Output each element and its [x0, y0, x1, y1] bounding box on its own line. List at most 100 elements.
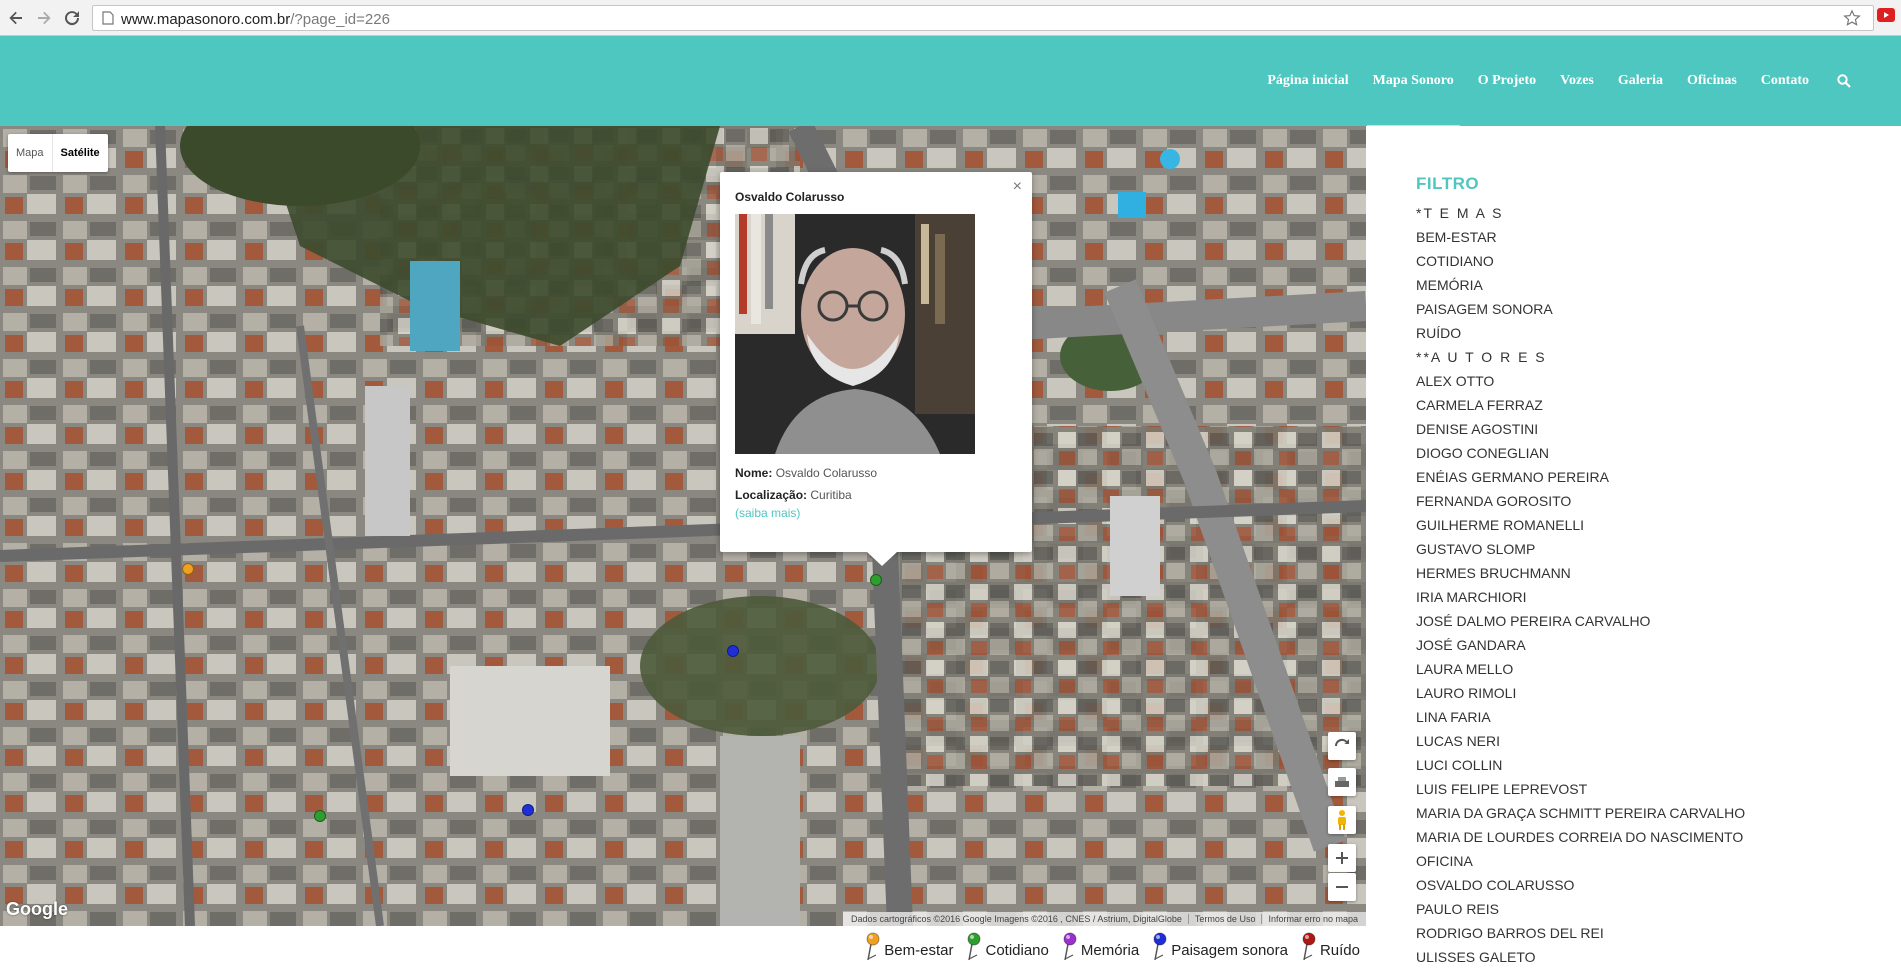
nav-item-p-gina-inicial[interactable]: Página inicial — [1267, 36, 1348, 126]
filter-autor-option[interactable]: RODRIGO BARROS DEL REI — [1416, 921, 1745, 945]
filter-autor-option[interactable]: DIOGO CONEGLIAN — [1416, 441, 1745, 465]
back-icon[interactable] — [4, 6, 28, 30]
filter-sidebar: FILTRO *T E M A S BEM-ESTAR COTIDIANO MEMÓR… — [1366, 126, 1901, 977]
filter-autor-option[interactable]: IRIA MARCHIORI — [1416, 585, 1745, 609]
legend-label: Cotidiano — [985, 942, 1049, 959]
filter-autor-option[interactable]: JOSÉ DALMO PEREIRA CARVALHO — [1416, 609, 1745, 633]
zoom-out-icon[interactable] — [1328, 873, 1356, 901]
tilt-icon[interactable] — [1328, 768, 1356, 796]
filter-autor-option[interactable]: MARIA DA GRAÇA SCHMITT PEREIRA CARVALHO — [1416, 801, 1745, 825]
map-pin-cotidiano[interactable] — [870, 574, 882, 586]
legend-item-1[interactable]: Cotidiano — [967, 926, 1049, 960]
nav-item-mapa-sonoro[interactable]: Mapa Sonoro — [1366, 36, 1460, 126]
filter-autor-option[interactable]: PAULO REIS — [1416, 897, 1745, 921]
legend-pin-icon — [1063, 932, 1077, 960]
filter-autor-option[interactable]: LUIS FELIPE LEPREVOST — [1416, 777, 1745, 801]
forward-icon[interactable] — [32, 6, 56, 30]
nav-item-vozes[interactable]: Vozes — [1560, 36, 1594, 126]
legend-pin-icon — [967, 932, 981, 960]
legend-pin-icon — [1153, 932, 1167, 960]
map-imagery — [0, 126, 1366, 926]
info-name-label: Nome: — [735, 466, 773, 480]
filter-autor-option[interactable]: JOSÉ GANDARA — [1416, 633, 1745, 657]
filter-tema-option[interactable]: RUÍDO — [1416, 321, 1745, 345]
map-attribution: Dados cartográficos ©2016 Google Imagens… — [842, 912, 1366, 926]
filter-autor-option[interactable]: OFICINA — [1416, 849, 1745, 873]
legend-label: Ruído — [1319, 942, 1360, 959]
saiba-mais-link[interactable]: (saiba mais) — [735, 506, 800, 520]
legend-label: Paisagem sonora — [1171, 942, 1288, 959]
info-location-value: Curitiba — [810, 488, 852, 502]
filter-autor-option[interactable]: GUILHERME ROMANELLI — [1416, 513, 1745, 537]
legend-pin-icon — [1302, 932, 1316, 960]
map-info-window: × Osvaldo Colarusso Nome: Osvaldo Colaru… — [720, 172, 1032, 566]
nav-item-oficinas[interactable]: Oficinas — [1687, 36, 1737, 126]
info-name-row: Nome: Osvaldo Colarusso — [735, 466, 877, 480]
satellite-map[interactable]: Mapa Satélite × Osvaldo Colarusso Nome: … — [0, 126, 1366, 926]
legend-item-2[interactable]: Memória — [1063, 926, 1139, 960]
filter-list: *T E M A S BEM-ESTAR COTIDIANO MEMÓRIA PAISA… — [1416, 201, 1745, 969]
filter-autor-option[interactable]: CARMELA FERRAZ — [1416, 393, 1745, 417]
info-name-value: Osvaldo Colarusso — [775, 466, 878, 480]
legend-label: Memória — [1080, 942, 1140, 959]
legend-item-3[interactable]: Paisagem sonora — [1153, 926, 1288, 960]
filter-autor-option[interactable]: LINA FARIA — [1416, 705, 1745, 729]
filter-autor-option[interactable]: FERNANDA GOROSITO — [1416, 489, 1745, 513]
close-icon[interactable]: × — [1013, 178, 1022, 196]
info-location-label: Localização: — [735, 488, 808, 502]
filter-autor-option[interactable]: OSVALDO COLARUSSO — [1416, 873, 1745, 897]
nav-item-galeria[interactable]: Galeria — [1618, 36, 1663, 126]
map-data-credits: Dados cartográficos ©2016 Google Imagens… — [850, 914, 1182, 924]
map-pin-cotidiano[interactable] — [314, 810, 326, 822]
filter-autor-option[interactable]: GUSTAVO SLOMP — [1416, 537, 1745, 561]
bookmark-star-icon[interactable] — [1843, 9, 1861, 32]
map-pin-paisagem-sonora[interactable] — [727, 645, 739, 657]
legend-item-4[interactable]: Ruído — [1302, 926, 1360, 960]
filter-autor-option[interactable]: ALEX OTTO — [1416, 369, 1745, 393]
google-logo: Google — [6, 899, 68, 919]
report-error-link[interactable]: Informar erro no mapa — [1268, 914, 1358, 924]
browser-toolbar: www.mapasonoro.com.br/?page_id=226 — [0, 0, 1901, 36]
site-header: Página inicial Mapa Sonoro O Projeto Vozes G… — [0, 36, 1901, 126]
page-icon — [102, 11, 114, 30]
pegman-icon[interactable] — [1328, 806, 1356, 834]
filter-autor-option[interactable]: DENISE AGOSTINI — [1416, 417, 1745, 441]
filter-tema-option[interactable]: PAISAGEM SONORA — [1416, 297, 1745, 321]
filter-autor-option[interactable]: LUCI COLLIN — [1416, 753, 1745, 777]
filter-group-temas: *T E M A S — [1416, 205, 1504, 221]
map-pin-bem-estar[interactable] — [182, 563, 194, 575]
map-legend: Bem-estar Cotidiano Memória Paisagem sonora… — [0, 926, 1366, 977]
filter-autor-option[interactable]: ENÉIAS GERMANO PEREIRA — [1416, 465, 1745, 489]
youtube-extension-icon[interactable] — [1877, 8, 1895, 27]
zoom-in-icon[interactable] — [1328, 844, 1356, 872]
legend-pin-icon — [866, 932, 880, 960]
rotate-icon[interactable] — [1328, 732, 1356, 760]
filter-tema-option[interactable]: COTIDIANO — [1416, 249, 1745, 273]
map-type-map-button[interactable]: Mapa — [8, 134, 52, 172]
filter-autor-option[interactable]: MARIA DE LOURDES CORREIA DO NASCIMENTO — [1416, 825, 1745, 849]
legend-item-0[interactable]: Bem-estar — [866, 926, 953, 960]
main-nav: Página inicial Mapa Sonoro O Projeto Vozes G… — [1243, 36, 1851, 126]
nav-item-o-projeto[interactable]: O Projeto — [1478, 36, 1536, 126]
nav-item-contato[interactable]: Contato — [1761, 36, 1809, 126]
info-location-row: Localização: Curitiba — [735, 488, 852, 502]
legend-label: Bem-estar — [884, 942, 954, 959]
filter-group-autores: **A U T O R E S — [1416, 349, 1547, 365]
terms-link[interactable]: Termos de Uso — [1195, 914, 1256, 924]
filter-tema-option[interactable]: BEM-ESTAR — [1416, 225, 1745, 249]
filter-autor-option[interactable]: LUCAS NERI — [1416, 729, 1745, 753]
map-type-satellite-button[interactable]: Satélite — [51, 134, 108, 172]
filter-autor-option[interactable]: LAURO RIMOLI — [1416, 681, 1745, 705]
reload-icon[interactable] — [60, 6, 84, 30]
info-window-title: Osvaldo Colarusso — [735, 190, 845, 204]
map-type-control: Mapa Satélite — [8, 134, 108, 172]
url-text: www.mapasonoro.com.br/?page_id=226 — [121, 11, 390, 28]
search-icon[interactable] — [1837, 36, 1851, 126]
filter-title: FILTRO — [1416, 174, 1480, 193]
map-pin-paisagem-sonora[interactable] — [522, 804, 534, 816]
filter-tema-option[interactable]: MEMÓRIA — [1416, 273, 1745, 297]
filter-autor-option[interactable]: ULISSES GALETO — [1416, 945, 1745, 969]
address-bar[interactable]: www.mapasonoro.com.br/?page_id=226 — [92, 5, 1874, 31]
filter-autor-option[interactable]: HERMES BRUCHMANN — [1416, 561, 1745, 585]
filter-autor-option[interactable]: LAURA MELLO — [1416, 657, 1745, 681]
